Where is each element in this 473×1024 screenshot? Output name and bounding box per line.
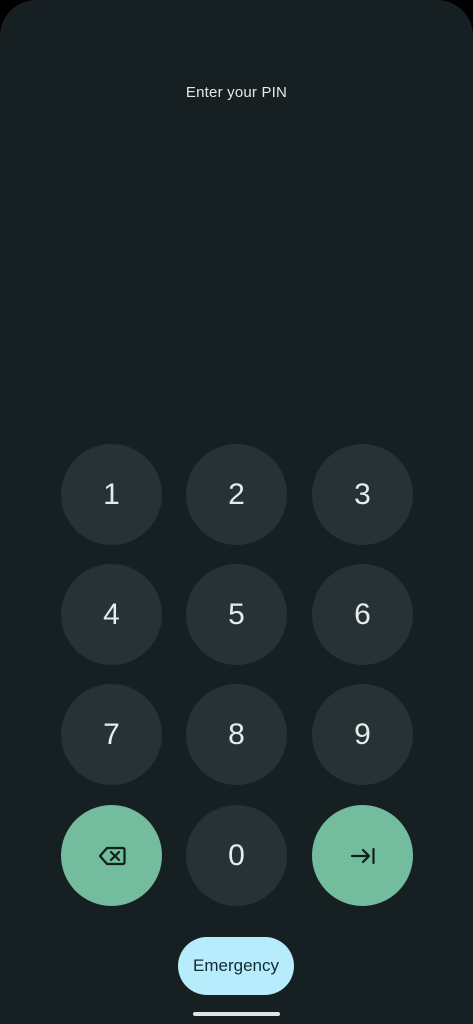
lock-screen: Enter your PIN 1 2 3 4 5 6 7 8 9 0 Emerg… xyxy=(0,0,473,1024)
key-1[interactable]: 1 xyxy=(61,444,162,545)
key-8[interactable]: 8 xyxy=(186,684,287,785)
key-4[interactable]: 4 xyxy=(61,564,162,665)
key-2[interactable]: 2 xyxy=(186,444,287,545)
emergency-button[interactable]: Emergency xyxy=(178,937,294,995)
key-6[interactable]: 6 xyxy=(312,564,413,665)
key-5[interactable]: 5 xyxy=(186,564,287,665)
backspace-icon xyxy=(98,846,126,866)
backspace-button[interactable] xyxy=(61,805,162,906)
key-9[interactable]: 9 xyxy=(312,684,413,785)
enter-arrow-icon xyxy=(350,847,376,865)
home-gesture-bar[interactable] xyxy=(193,1012,280,1016)
pin-keypad: 1 2 3 4 5 6 7 8 9 0 xyxy=(61,444,413,906)
enter-button[interactable] xyxy=(312,805,413,906)
key-0[interactable]: 0 xyxy=(186,805,287,906)
pin-prompt: Enter your PIN xyxy=(185,84,288,101)
key-3[interactable]: 3 xyxy=(312,444,413,545)
key-7[interactable]: 7 xyxy=(61,684,162,785)
